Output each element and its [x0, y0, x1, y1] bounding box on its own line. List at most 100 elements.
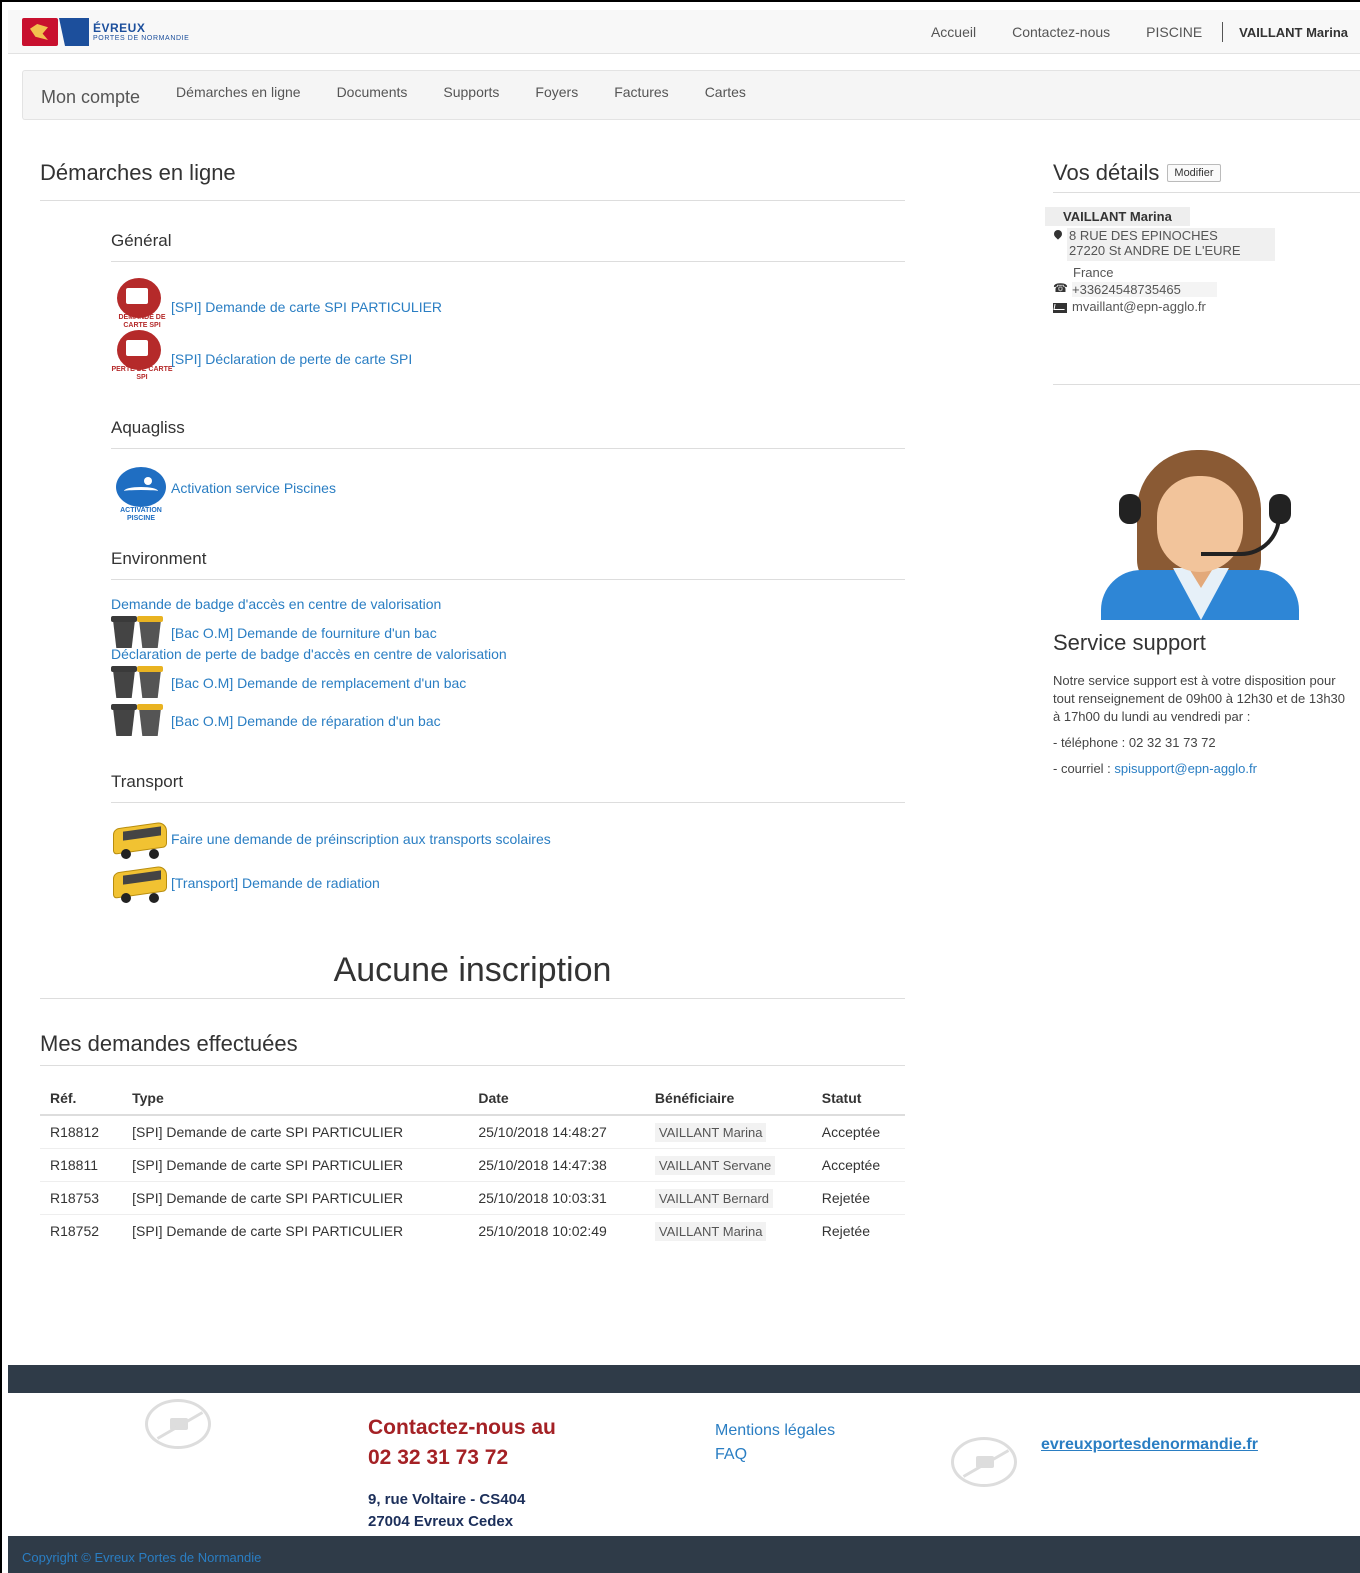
requests-table: Réf. Type Date Bénéficiaire Statut R1881…	[40, 1082, 905, 1247]
service-item[interactable]: PERTE DE CARTE SPI [SPI] Déclaration de …	[111, 330, 905, 388]
user-address: 8 RUE DES EPINOCHES 27220 St ANDRE DE L'…	[1067, 228, 1275, 261]
user-details: VAILLANT Marina 8 RUE DES EPINOCHES 2722…	[1045, 207, 1360, 314]
support-agent-illustration	[1101, 450, 1301, 620]
service-link[interactable]: Faire une demande de préinscription aux …	[171, 831, 551, 847]
edit-details-button[interactable]: Modifier	[1167, 164, 1221, 182]
footer-address: 9, rue Voltaire - CS404 27004 Evreux Ced…	[368, 1491, 526, 1530]
category-aquagliss: Aquagliss ACTIVATION PISCINE Activation …	[111, 418, 905, 525]
support-info: Notre service support est à votre dispos…	[1053, 672, 1353, 778]
category-title: Transport	[111, 772, 905, 803]
status-cell: Rejetée	[811, 1181, 905, 1215]
divider	[1053, 384, 1360, 385]
service-item[interactable]: [Bac O.M] Demande de réparation d'un bac	[111, 704, 905, 738]
logo-title: ÉVREUX	[93, 21, 146, 35]
status-cell: Rejetée	[811, 1214, 905, 1247]
logo-subtitle: PORTES DE NORMANDIE	[93, 35, 190, 42]
category-environment: Environment Demande de badge d'accès en …	[111, 549, 905, 738]
support-phone: - téléphone : 02 32 31 73 72	[1053, 735, 1216, 750]
requests-title: Mes demandes effectuées	[40, 1031, 905, 1066]
top-navbar: ÉVREUX PORTES DE NORMANDIE Accueil Conta…	[8, 10, 1360, 54]
subnav-item-foyers[interactable]: Foyers	[517, 84, 596, 100]
map-marker-icon	[1053, 230, 1063, 244]
subnav-item-supports[interactable]: Supports	[425, 84, 517, 100]
service-item[interactable]: Faire une demande de préinscription aux …	[111, 819, 905, 859]
support-email-link[interactable]: spisupport@epn-agglo.fr	[1114, 761, 1257, 776]
pool-activation-icon: ACTIVATION PISCINE	[111, 467, 169, 525]
copyright-bar: Copyright © Evreux Portes de Normandie	[8, 1536, 1360, 1573]
subnav-item-cartes[interactable]: Cartes	[687, 84, 764, 100]
user-country: France	[1073, 265, 1114, 280]
col-ref[interactable]: Réf.	[40, 1082, 123, 1116]
normandy-flag-icon	[22, 18, 58, 46]
account-brand[interactable]: Mon compte	[23, 87, 158, 108]
spi-card-request-icon: DEMANDE DE CARTE SPI	[111, 278, 169, 336]
spi-card-lost-icon: PERTE DE CARTE SPI	[111, 330, 173, 388]
nav-home[interactable]: Accueil	[913, 24, 994, 40]
nav-user-menu[interactable]: VAILLANT Marina	[1225, 25, 1360, 40]
status-cell: Acceptée	[811, 1148, 905, 1182]
subnav-item-factures[interactable]: Factures	[596, 84, 686, 100]
account-navbar: Mon compte Démarches en ligne Documents …	[22, 70, 1360, 120]
faq-link[interactable]: FAQ	[715, 1443, 835, 1467]
subnav-item-documents[interactable]: Documents	[319, 84, 426, 100]
waste-bins-icon	[111, 666, 169, 700]
status-cell: Acceptée	[811, 1114, 905, 1149]
service-link[interactable]: [SPI] Demande de carte SPI PARTICULIER	[171, 299, 442, 315]
service-link[interactable]: [Bac O.M] Demande de réparation d'un bac	[171, 713, 441, 729]
page-title: Démarches en ligne	[40, 160, 905, 201]
school-bus-icon	[111, 819, 169, 859]
service-link[interactable]: [Transport] Demande de radiation	[171, 875, 380, 891]
table-header-row: Réf. Type Date Bénéficiaire Statut	[40, 1082, 905, 1116]
footer: Contactez-nous au 02 32 31 73 72 9, rue …	[8, 1393, 1360, 1536]
service-item[interactable]: Déclaration de perte de badge d'accès en…	[111, 646, 905, 662]
table-row[interactable]: R18811 [SPI] Demande de carte SPI PARTIC…	[40, 1148, 905, 1182]
service-item[interactable]: Demande de badge d'accès en centre de va…	[111, 596, 905, 612]
service-link[interactable]: [Bac O.M] Demande de fourniture d'un bac	[171, 625, 437, 641]
top-nav-links: Accueil Contactez-nous PISCINE VAILLANT …	[913, 10, 1360, 54]
website-link[interactable]: evreuxportesdenormandie.fr	[1041, 1436, 1258, 1454]
image-placeholder-icon	[951, 1437, 1017, 1487]
col-status[interactable]: Statut	[811, 1082, 905, 1116]
phone-icon	[1053, 281, 1068, 296]
school-bus-icon	[111, 863, 169, 903]
col-type[interactable]: Type	[122, 1082, 469, 1116]
service-item[interactable]: [Bac O.M] Demande de fourniture d'un bac	[111, 616, 905, 650]
footer-phone: 02 32 31 73 72	[368, 1446, 509, 1469]
service-item[interactable]: [Transport] Demande de radiation	[111, 863, 905, 903]
nav-contact[interactable]: Contactez-nous	[994, 24, 1128, 40]
details-title: Vos détails	[1053, 160, 1160, 185]
category-title: Général	[111, 231, 905, 262]
image-placeholder-icon	[145, 1399, 211, 1449]
service-link[interactable]: Activation service Piscines	[171, 480, 336, 496]
category-general: Général DEMANDE DE CARTE SPI [SPI] Deman…	[111, 231, 905, 388]
table-row[interactable]: R18753 [SPI] Demande de carte SPI PARTIC…	[40, 1181, 905, 1215]
service-link[interactable]: Demande de badge d'accès en centre de va…	[111, 596, 441, 612]
main-content: Démarches en ligne Général DEMANDE DE CA…	[40, 160, 905, 1247]
logo[interactable]: ÉVREUX PORTES DE NORMANDIE	[22, 17, 189, 47]
waste-bins-icon	[111, 616, 169, 650]
footer-links: Mentions légales FAQ	[715, 1419, 835, 1467]
logo-blue-shape-icon	[59, 18, 89, 46]
no-registration-heading: Aucune inscription	[40, 951, 905, 999]
col-beneficiary[interactable]: Bénéficiaire	[644, 1082, 812, 1116]
service-item[interactable]: ACTIVATION PISCINE Activation service Pi…	[111, 467, 905, 525]
footer-band	[8, 1365, 1360, 1393]
nav-pool[interactable]: PISCINE	[1128, 24, 1220, 40]
service-link[interactable]: [SPI] Déclaration de perte de carte SPI	[171, 351, 412, 367]
service-item[interactable]: DEMANDE DE CARTE SPI [SPI] Demande de ca…	[111, 278, 905, 336]
user-email: mvaillant@epn-agglo.fr	[1072, 299, 1206, 314]
col-date[interactable]: Date	[468, 1082, 645, 1116]
legal-link[interactable]: Mentions légales	[715, 1419, 835, 1443]
category-transport: Transport Faire une demande de préinscri…	[111, 772, 905, 903]
service-item[interactable]: [Bac O.M] Demande de remplacement d'un b…	[111, 666, 905, 700]
user-phone: +33624548735465	[1072, 282, 1217, 297]
table-row[interactable]: R18752 [SPI] Demande de carte SPI PARTIC…	[40, 1214, 905, 1247]
table-row[interactable]: R18812 [SPI] Demande de carte SPI PARTIC…	[40, 1114, 905, 1149]
copyright-text: Copyright © Evreux Portes de Normandie	[22, 1550, 262, 1565]
footer-contact: Contactez-nous au 02 32 31 73 72 9, rue …	[368, 1413, 556, 1533]
category-title: Environment	[111, 549, 905, 580]
envelope-icon	[1053, 303, 1067, 313]
service-link[interactable]: [Bac O.M] Demande de remplacement d'un b…	[171, 675, 466, 691]
service-link[interactable]: Déclaration de perte de badge d'accès en…	[111, 646, 507, 662]
subnav-item-demarches[interactable]: Démarches en ligne	[158, 84, 319, 100]
